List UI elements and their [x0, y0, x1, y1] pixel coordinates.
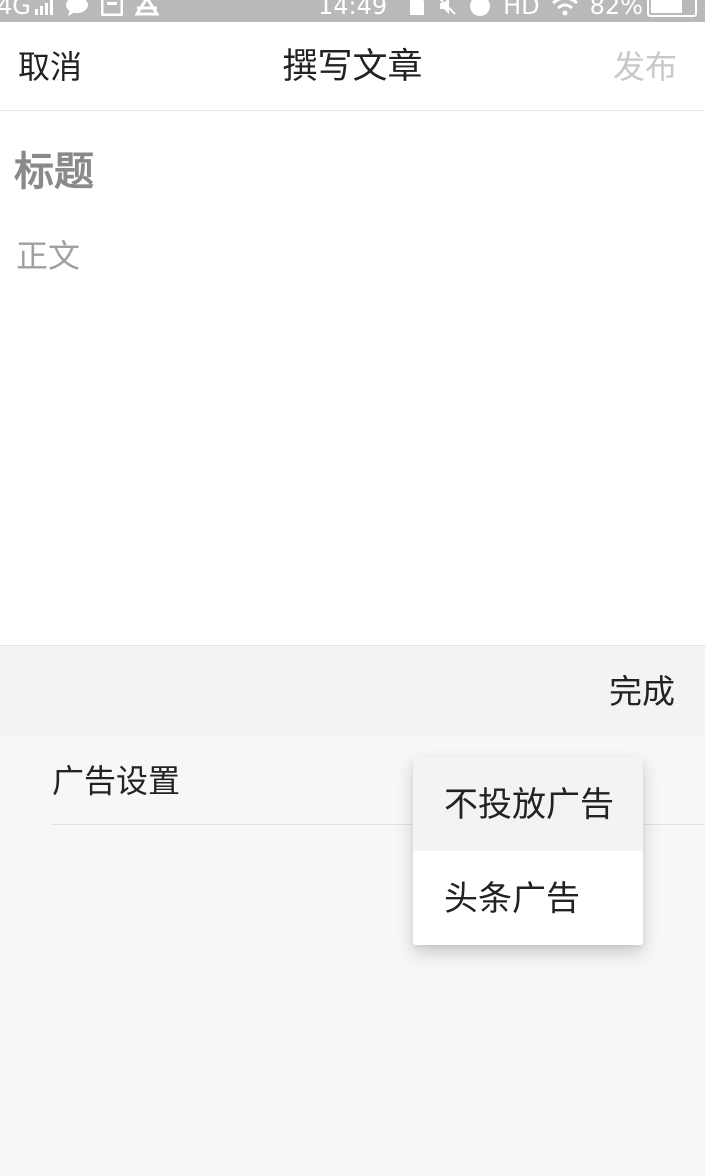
dropdown-option-no-ads[interactable]: 不投放广告 [413, 757, 643, 851]
battery-percent: 82% [589, 0, 643, 20]
mute-icon [437, 0, 457, 16]
status-bar: 4G 14:49 HD 82% [0, 0, 705, 22]
sim-icon [409, 0, 425, 16]
network-type: 4G [0, 0, 31, 20]
battery-fill [651, 0, 682, 13]
wifi-icon [551, 0, 578, 16]
ad-type-dropdown: 不投放广告 头条广告 [413, 757, 643, 945]
message-icon [100, 0, 123, 16]
header-bar: 取消 撰写文章 发布 [0, 22, 705, 111]
notification-icon [134, 0, 159, 16]
ad-settings-label: 广告设置 [52, 762, 181, 800]
status-time: 14:49 [318, 0, 388, 20]
status-left: 4G [0, 0, 171, 21]
battery-icon [647, 0, 697, 17]
status-right: HD 82% [409, 0, 697, 21]
title-input[interactable]: 标题 [14, 139, 94, 197]
dropdown-option-toutiao-ads[interactable]: 头条广告 [413, 851, 643, 945]
publish-button[interactable]: 发布 [613, 22, 677, 110]
done-button[interactable]: 完成 [609, 646, 675, 735]
chat-icon [65, 0, 89, 16]
body-input[interactable]: 正文 [16, 231, 80, 277]
keyboard-toolbar: 完成 [0, 645, 705, 736]
page-title: 撰写文章 [282, 47, 423, 87]
hd-indicator: HD [503, 0, 540, 20]
article-editor: 标题 正文 [0, 111, 705, 645]
alarm-icon [469, 0, 491, 17]
signal-icon [34, 0, 53, 15]
